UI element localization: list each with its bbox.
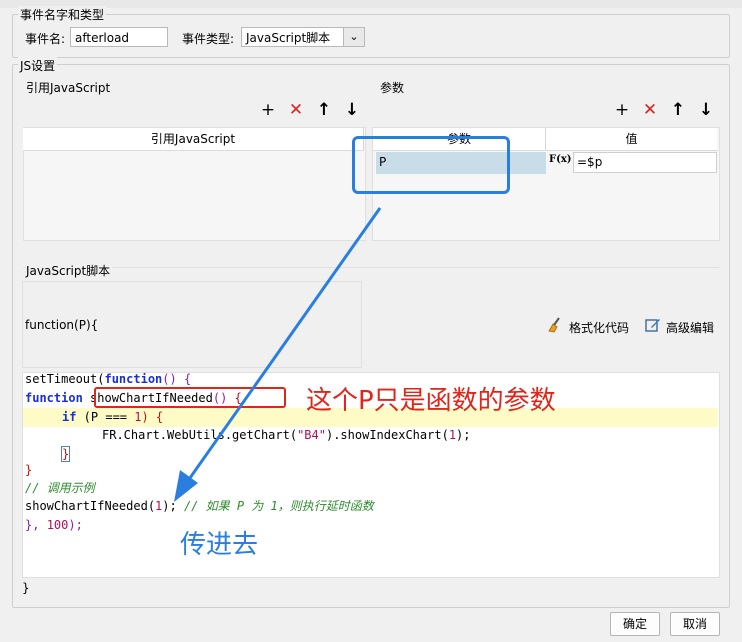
advanced-edit-button[interactable]: 高级编辑 bbox=[666, 319, 714, 336]
event-name-label: 事件名: bbox=[25, 32, 66, 46]
ref-js-column-header[interactable]: 引用JavaScript bbox=[23, 128, 364, 150]
code-line-3: if (P === 1) { bbox=[62, 410, 164, 424]
param-value-text: =$p bbox=[577, 155, 603, 169]
annotation-blue-box bbox=[352, 136, 510, 194]
add-param-plus-icon[interactable]: + bbox=[613, 101, 631, 119]
ref-js-title: 引用JavaScript bbox=[26, 81, 111, 95]
event-group-legend: 事件名字和类型 bbox=[18, 6, 107, 23]
code-line-9: }, 100); bbox=[25, 518, 83, 532]
edit-icon[interactable] bbox=[645, 317, 661, 333]
chevron-down-icon[interactable]: ⌄ bbox=[343, 27, 365, 47]
broom-icon[interactable] bbox=[547, 317, 565, 333]
param-value-column-header[interactable]: 值 bbox=[546, 128, 717, 150]
js-script-title: JavaScript脚本 bbox=[26, 262, 113, 279]
move-down-ref-icon[interactable]: ↓ bbox=[343, 101, 361, 119]
code-line-7: // 调用示例 bbox=[25, 481, 95, 495]
js-settings-legend: JS设置 bbox=[18, 57, 58, 74]
move-up-ref-icon[interactable]: ↑ bbox=[315, 101, 333, 119]
code-line-5: } bbox=[60, 446, 71, 462]
params-title: 参数 bbox=[380, 81, 405, 95]
annotation-arrow bbox=[160, 200, 390, 510]
format-code-button[interactable]: 格式化代码 bbox=[569, 319, 629, 336]
background-window-strip bbox=[0, 0, 742, 8]
ref-js-header-line bbox=[23, 150, 364, 151]
cancel-button[interactable]: 取消 bbox=[670, 612, 720, 636]
event-type-label: 事件类型: bbox=[182, 32, 235, 46]
function-header-text: function(P){ bbox=[25, 318, 99, 332]
event-type-select[interactable]: JavaScript脚本 bbox=[241, 27, 343, 47]
event-type-value: JavaScript脚本 bbox=[246, 31, 331, 45]
ok-button[interactable]: 确定 bbox=[610, 612, 660, 636]
param-value-cell[interactable]: =$p bbox=[573, 152, 717, 173]
add-ref-plus-icon[interactable]: + bbox=[259, 101, 277, 119]
move-up-param-icon[interactable]: ↑ bbox=[669, 101, 687, 119]
code-line-6: } bbox=[25, 463, 33, 477]
annotation-pass-note: 传进去 bbox=[180, 530, 259, 560]
delete-ref-x-icon[interactable]: ✕ bbox=[287, 101, 305, 119]
delete-param-x-icon[interactable]: ✕ bbox=[641, 101, 659, 119]
formula-fx-icon[interactable]: F(x) bbox=[549, 151, 572, 173]
function-closing-brace: } bbox=[22, 581, 30, 595]
event-name-input[interactable]: afterload bbox=[70, 27, 168, 47]
move-down-param-icon[interactable]: ↓ bbox=[697, 101, 715, 119]
